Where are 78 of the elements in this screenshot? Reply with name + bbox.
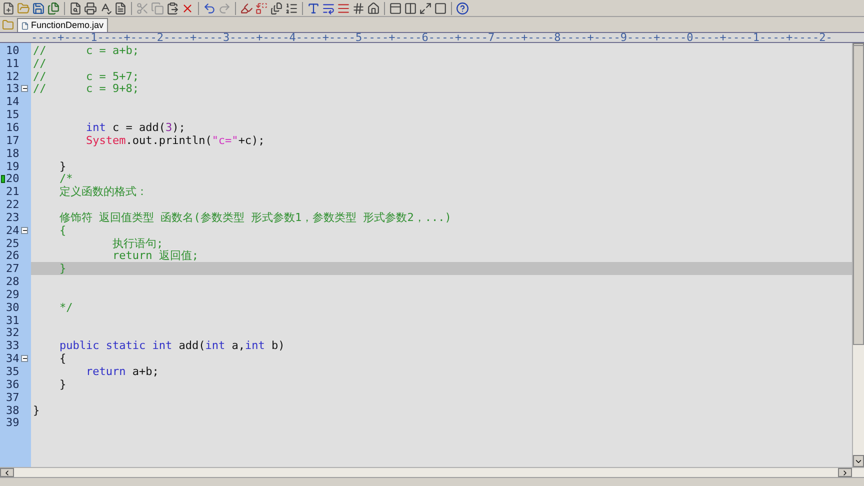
line-number: 13 (6, 83, 20, 94)
file-tab[interactable]: FunctionDemo.jav (17, 18, 108, 32)
line-number: 28 (6, 276, 20, 288)
scroll-right-icon[interactable] (841, 468, 849, 476)
code-line: // c = a+b; (32, 44, 139, 56)
line-number: 18 (6, 148, 20, 159)
delete-icon[interactable] (181, 2, 194, 14)
line-number: 22 (6, 199, 20, 210)
code-line: { (58, 353, 66, 364)
split-window-icon[interactable] (404, 2, 417, 14)
undo-icon[interactable] (203, 2, 216, 14)
line-number: 10 (6, 44, 20, 56)
line-number: 27 (6, 263, 20, 274)
line-number: 34 (6, 353, 20, 364)
line-number: 21 (6, 186, 20, 198)
code-line: int c = add(3); (84, 122, 186, 133)
column-ruler: ----+----1----+----2----+----3----+----4----+----5----+----6----+----7----+----8----+----9----+----0----+----1----+----2- (31, 33, 832, 42)
line-number: 17 (6, 134, 20, 146)
line-number: 37 (6, 392, 20, 403)
code-line: System.out.println("c="+c); (84, 134, 265, 146)
frame-icon[interactable] (434, 2, 447, 14)
line-number: 26 (6, 250, 20, 262)
scroll-left-icon[interactable] (3, 468, 11, 476)
code-line: // (32, 58, 46, 69)
line-number: 30 (6, 302, 20, 313)
new-file-icon[interactable] (2, 2, 15, 14)
line-number: 38 (6, 404, 20, 416)
code-line: return 返回值; (111, 250, 198, 262)
code-line: 修饰符 返回值类型 函数名(参数类型 形式参数1，参数类型 形式参数2，...) (58, 212, 452, 223)
line-numbers-icon[interactable] (285, 2, 298, 14)
line-number: 12 (6, 70, 20, 82)
line-number: 39 (6, 417, 20, 428)
line-number: 25 (6, 238, 20, 249)
line-number: 36 (6, 378, 20, 390)
code-line: } (58, 378, 66, 390)
fold-marker[interactable] (21, 85, 28, 92)
file-icon (21, 22, 29, 30)
home-icon[interactable] (367, 2, 380, 14)
line-number: 31 (6, 314, 20, 326)
line-number: 15 (6, 109, 20, 120)
code-line: } (58, 263, 66, 274)
code-line: // c = 9+8; (32, 83, 139, 94)
print-preview-icon[interactable] (69, 2, 82, 14)
code-line: 执行语句; (111, 238, 164, 249)
code-line: } (58, 160, 66, 172)
line-number: 24 (6, 224, 20, 236)
line-number: 20 (6, 173, 20, 184)
line-number: 11 (6, 58, 20, 69)
fold-marker[interactable] (21, 355, 28, 362)
code-line: return a+b; (84, 366, 159, 378)
line-number: 14 (6, 96, 20, 108)
document-icon[interactable] (114, 2, 127, 14)
vertical-scrollbar[interactable] (852, 43, 864, 467)
line-number: 16 (6, 122, 20, 133)
line-number: 33 (6, 340, 20, 352)
fold-marker[interactable] (21, 226, 28, 234)
window-icon[interactable] (389, 2, 402, 14)
line-number: 35 (6, 366, 20, 378)
font-icon[interactable] (307, 2, 320, 14)
print-icon[interactable] (84, 2, 97, 14)
code-line: // c = 5+7; (32, 70, 139, 82)
line-number: 32 (6, 327, 20, 338)
code-line: public static int add(int a,int b) (58, 340, 285, 352)
code-line: 定义函数的格式： (58, 186, 148, 198)
spell-check-icon[interactable] (99, 2, 112, 14)
paste-icon[interactable] (166, 2, 179, 14)
help-icon[interactable] (456, 2, 469, 14)
code-line: { (58, 224, 66, 236)
code-line: /* (58, 173, 73, 184)
line-number: 29 (6, 288, 20, 300)
code-line: } (32, 404, 40, 416)
line-number: 19 (6, 160, 20, 172)
horizontal-scrollbar[interactable] (0, 467, 864, 477)
word-wrap-icon[interactable] (322, 2, 335, 14)
line-number: 23 (6, 212, 20, 223)
code-line: */ (58, 302, 73, 313)
fullscreen-icon[interactable] (419, 2, 432, 14)
save-icon[interactable] (32, 2, 45, 14)
